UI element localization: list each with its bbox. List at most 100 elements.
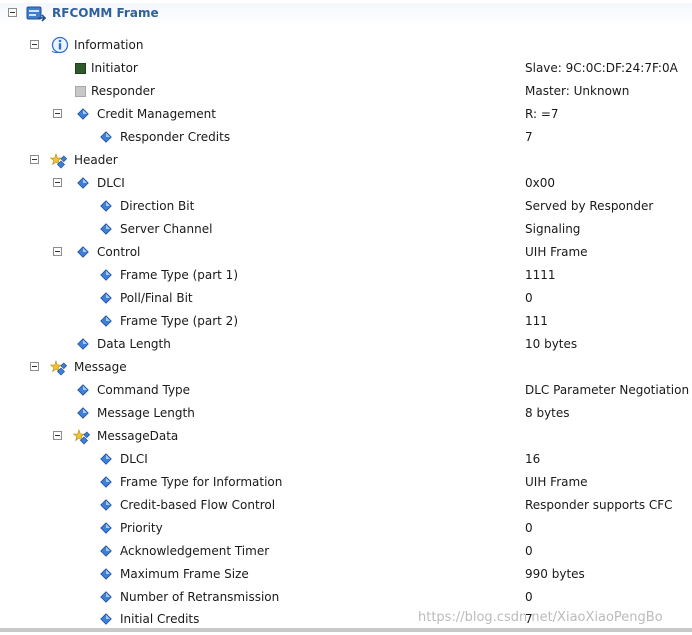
- field-diamond-icon: [77, 338, 89, 350]
- tree-row-poll-final-bit[interactable]: Poll/Final Bit 0: [0, 288, 692, 311]
- field-diamond-icon: [100, 131, 112, 143]
- row-value: Signaling: [525, 222, 581, 236]
- tree-row-md-priority[interactable]: Priority 0: [0, 518, 692, 541]
- row-value: Responder supports CFC: [525, 498, 673, 512]
- tree-row-header[interactable]: Header: [0, 150, 692, 173]
- root-label: RFCOMM Frame: [52, 6, 159, 20]
- collapse-toggle[interactable]: [8, 8, 17, 17]
- field-diamond-icon: [100, 499, 112, 511]
- tree-row-command-type[interactable]: Command Type DLC Parameter Negotiation: [0, 380, 692, 403]
- watermark-text: https://blog.csdn.net/XiaoXiaoPengBo: [418, 610, 663, 625]
- row-value: 0: [525, 544, 533, 558]
- row-label: Maximum Frame Size: [120, 567, 249, 581]
- field-diamond-icon: [100, 591, 112, 603]
- group-sparkle-icon: [50, 153, 68, 169]
- row-label: Responder Credits: [120, 130, 231, 144]
- tree-row-md-dlci[interactable]: DLCI 16: [0, 449, 692, 472]
- tree-row-frame-type-1[interactable]: Frame Type (part 1) 1111: [0, 265, 692, 288]
- tree-row-md-cfc[interactable]: Credit-based Flow Control Responder supp…: [0, 495, 692, 518]
- row-label: DLCI: [97, 176, 125, 190]
- responder-square-icon: [75, 86, 86, 97]
- row-value: 111: [525, 314, 548, 328]
- tree-row-dlci[interactable]: DLCI 0x00: [0, 173, 692, 196]
- field-diamond-icon: [100, 200, 112, 212]
- collapse-toggle[interactable]: [53, 431, 62, 440]
- tree-row-md-retrans[interactable]: Number of Retransmission 0: [0, 587, 692, 610]
- info-icon: [51, 36, 69, 54]
- collapse-toggle[interactable]: [53, 109, 62, 118]
- collapse-toggle[interactable]: [30, 155, 39, 164]
- tree-row-md-max-frame[interactable]: Maximum Frame Size 990 bytes: [0, 564, 692, 587]
- row-label: Message: [74, 360, 127, 374]
- field-diamond-icon: [100, 453, 112, 465]
- field-diamond-icon: [100, 545, 112, 557]
- tree-row-direction-bit[interactable]: Direction Bit Served by Responder: [0, 196, 692, 219]
- tree-row-frame-type-2[interactable]: Frame Type (part 2) 111: [0, 311, 692, 334]
- row-label: Frame Type (part 1): [120, 268, 239, 282]
- row-value: 8 bytes: [525, 406, 570, 420]
- collapse-toggle[interactable]: [53, 178, 62, 187]
- row-value: 0: [525, 521, 533, 535]
- row-value: R: =7: [525, 107, 559, 121]
- row-label: MessageData: [97, 429, 179, 443]
- row-value: UIH Frame: [525, 475, 588, 489]
- row-label: Header: [74, 153, 118, 167]
- tree-row-rfcomm-frame[interactable]: RFCOMM Frame: [0, 3, 692, 26]
- field-diamond-icon: [77, 177, 89, 189]
- row-value: 10 bytes: [525, 337, 578, 351]
- field-diamond-icon: [100, 223, 112, 235]
- tree-row-responder-credits[interactable]: Responder Credits 7: [0, 127, 692, 150]
- field-diamond-icon: [100, 269, 112, 281]
- row-label: Frame Type (part 2): [120, 314, 239, 328]
- tree-row-responder[interactable]: Responder Master: Unknown: [0, 81, 692, 104]
- tree-row-message[interactable]: Message: [0, 357, 692, 380]
- tree-row-initiator[interactable]: Initiator Slave: 9C:0C:DF:24:7F:0A: [0, 58, 692, 81]
- row-label: Control: [97, 245, 141, 259]
- row-value: Master: Unknown: [525, 84, 630, 98]
- field-diamond-icon: [77, 108, 89, 120]
- collapse-toggle[interactable]: [30, 362, 39, 371]
- row-label: Message Length: [97, 406, 195, 420]
- row-value: 0x00: [525, 176, 556, 190]
- tree-row-data-length[interactable]: Data Length 10 bytes: [0, 334, 692, 357]
- row-value: 7: [525, 130, 533, 144]
- group-sparkle-icon: [50, 360, 68, 376]
- row-label: Information: [74, 38, 144, 52]
- horizontal-scrollbar[interactable]: [0, 628, 692, 632]
- row-label: Credit Management: [97, 107, 216, 121]
- field-diamond-icon: [100, 613, 112, 625]
- collapse-toggle[interactable]: [53, 247, 62, 256]
- row-value: Served by Responder: [525, 199, 654, 213]
- tree-row-credit-management[interactable]: Credit Management R: =7: [0, 104, 692, 127]
- row-value: 16: [525, 452, 541, 466]
- tree-row-md-frame-type[interactable]: Frame Type for Information UIH Frame: [0, 472, 692, 495]
- collapse-toggle[interactable]: [30, 40, 39, 49]
- row-label: Poll/Final Bit: [120, 291, 193, 305]
- tree-row-message-length[interactable]: Message Length 8 bytes: [0, 403, 692, 426]
- field-diamond-icon: [100, 476, 112, 488]
- row-label: Data Length: [97, 337, 171, 351]
- tree-row-message-data[interactable]: MessageData: [0, 426, 692, 449]
- group-sparkle-icon: [73, 429, 91, 445]
- tree-row-md-ack-timer[interactable]: Acknowledgement Timer 0: [0, 541, 692, 564]
- row-label: Number of Retransmission: [120, 590, 280, 604]
- row-value: 0: [525, 291, 533, 305]
- tree-row-information[interactable]: Information: [0, 35, 692, 58]
- tree-row-server-channel[interactable]: Server Channel Signaling: [0, 219, 692, 242]
- field-diamond-icon: [77, 246, 89, 258]
- field-diamond-icon: [100, 568, 112, 580]
- row-label: Initiator: [91, 61, 138, 75]
- row-label: Responder: [91, 84, 155, 98]
- row-value: Slave: 9C:0C:DF:24:7F:0A: [525, 61, 678, 75]
- field-diamond-icon: [100, 292, 112, 304]
- row-value: UIH Frame: [525, 245, 588, 259]
- row-value: 1111: [525, 268, 556, 282]
- field-diamond-icon: [100, 315, 112, 327]
- field-diamond-icon: [100, 522, 112, 534]
- row-label: Server Channel: [120, 222, 213, 236]
- row-label: Acknowledgement Timer: [120, 544, 270, 558]
- row-value: 990 bytes: [525, 567, 585, 581]
- tree-row-control[interactable]: Control UIH Frame: [0, 242, 692, 265]
- row-label: Frame Type for Information: [120, 475, 283, 489]
- initiator-square-icon: [75, 63, 86, 74]
